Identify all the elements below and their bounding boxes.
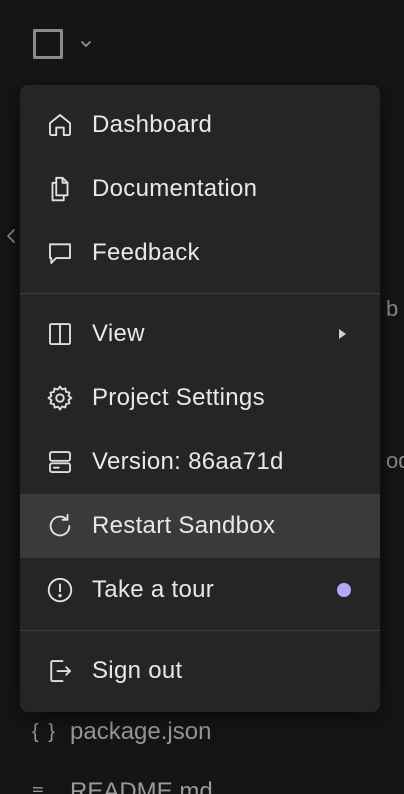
documents-icon bbox=[44, 173, 76, 205]
app-menu-trigger[interactable] bbox=[33, 26, 103, 62]
menu-item-label: Sign out bbox=[92, 657, 183, 684]
background-text-fragment: b bbox=[386, 296, 399, 321]
menu-item-project-settings[interactable]: Project Settings bbox=[20, 366, 380, 430]
new-badge-dot bbox=[337, 583, 351, 597]
square-logo-icon bbox=[33, 29, 63, 59]
menu-item-restart-sandbox[interactable]: Restart Sandbox bbox=[20, 494, 380, 558]
menu-item-label: Take a tour bbox=[92, 576, 215, 603]
app-dropdown-menu: Dashboard Documentation Feedback View Pr… bbox=[20, 85, 380, 712]
menu-item-label: Feedback bbox=[92, 239, 200, 266]
menu-item-label: Restart Sandbox bbox=[92, 512, 276, 539]
markdown-file-icon: ≡ bbox=[32, 780, 46, 794]
menu-item-label: Version: 86aa71d bbox=[92, 448, 284, 475]
json-file-icon: { } bbox=[32, 720, 57, 743]
menu-item-dashboard[interactable]: Dashboard bbox=[20, 93, 380, 157]
menu-item-version[interactable]: Version: 86aa71d bbox=[20, 430, 380, 494]
menu-item-label: Documentation bbox=[92, 175, 258, 202]
app-window: b ode { } package.json ≡ README.md Dashb… bbox=[0, 0, 404, 794]
home-icon bbox=[44, 109, 76, 141]
background-text-fragment: ode bbox=[386, 448, 404, 473]
file-name: README.md bbox=[70, 778, 213, 794]
message-square-icon bbox=[44, 237, 76, 269]
menu-item-label: View bbox=[92, 320, 145, 347]
chevron-down-icon bbox=[81, 41, 91, 47]
file-name: package.json bbox=[70, 718, 212, 745]
submenu-arrow-icon bbox=[339, 329, 346, 339]
logout-icon bbox=[44, 655, 76, 687]
file-tree-item[interactable]: ≡ README.md bbox=[32, 776, 213, 794]
server-icon bbox=[44, 446, 76, 478]
file-tree-item[interactable]: { } package.json bbox=[32, 716, 211, 748]
menu-item-documentation[interactable]: Documentation bbox=[20, 157, 380, 221]
columns-icon bbox=[44, 318, 76, 350]
refresh-icon bbox=[44, 510, 76, 542]
alert-circle-icon bbox=[44, 574, 76, 606]
menu-item-label: Dashboard bbox=[92, 111, 213, 138]
menu-item-view[interactable]: View bbox=[20, 302, 380, 366]
menu-item-take-a-tour[interactable]: Take a tour bbox=[20, 558, 380, 622]
chevron-left-icon[interactable] bbox=[4, 227, 18, 245]
menu-divider bbox=[20, 293, 380, 294]
menu-item-label: Project Settings bbox=[92, 384, 265, 411]
menu-divider bbox=[20, 630, 380, 631]
gear-icon bbox=[44, 382, 76, 414]
menu-item-sign-out[interactable]: Sign out bbox=[20, 639, 380, 703]
menu-item-feedback[interactable]: Feedback bbox=[20, 221, 380, 285]
